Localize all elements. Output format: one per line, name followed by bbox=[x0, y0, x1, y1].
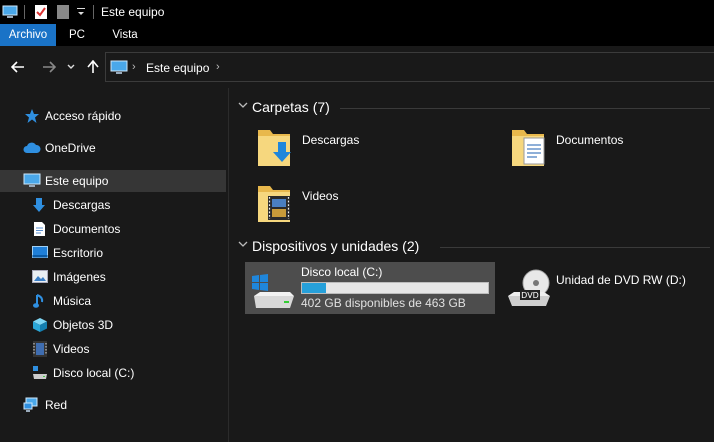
group-title: Carpetas (7) bbox=[252, 99, 330, 115]
cloud-icon bbox=[23, 141, 41, 157]
separator bbox=[93, 5, 94, 19]
download-folder-icon bbox=[256, 126, 296, 171]
address-bar[interactable]: › Este equipo › bbox=[105, 52, 714, 82]
content-pane: Carpetas (7) Descargas Documentos Videos… bbox=[230, 88, 714, 442]
drive-tile-dvd[interactable]: DVD Unidad de DVD RW (D:) bbox=[504, 262, 714, 314]
forward-button[interactable] bbox=[40, 58, 58, 76]
computer-icon bbox=[110, 59, 128, 78]
sidebar-item-imagenes[interactable]: Imágenes bbox=[0, 266, 226, 288]
sidebar-item-documentos[interactable]: Documentos bbox=[0, 218, 226, 240]
star-icon bbox=[24, 108, 40, 124]
tab-pc[interactable]: PC bbox=[56, 24, 98, 46]
svg-text:DVD: DVD bbox=[521, 291, 539, 300]
recent-locations-button[interactable] bbox=[64, 58, 78, 76]
divider bbox=[440, 247, 710, 248]
windows-drive-icon bbox=[250, 274, 296, 313]
sidebar-item-onedrive[interactable]: OneDrive bbox=[0, 137, 226, 159]
documents-folder-icon bbox=[510, 126, 550, 171]
new-folder-icon[interactable] bbox=[57, 4, 69, 23]
document-icon bbox=[33, 221, 49, 237]
back-button[interactable] bbox=[9, 58, 27, 76]
chevron-right-icon[interactable]: › bbox=[216, 61, 220, 73]
navigation-pane: Acceso rápido OneDrive Este equipo Desca… bbox=[0, 88, 229, 442]
chevron-down-icon[interactable] bbox=[238, 101, 248, 112]
sidebar-item-acceso-rapido[interactable]: Acceso rápido bbox=[0, 105, 226, 127]
drive-tile-disco-local[interactable]: Disco local (C:) 402 GB disponibles de 4… bbox=[245, 262, 495, 314]
sidebar-item-videos[interactable]: Videos bbox=[0, 338, 226, 360]
desktop-icon bbox=[32, 246, 48, 262]
drive-label: Unidad de DVD RW (D:) bbox=[556, 273, 686, 287]
sidebar-item-escritorio[interactable]: Escritorio bbox=[0, 242, 226, 264]
properties-icon[interactable] bbox=[34, 4, 48, 23]
separator bbox=[24, 5, 25, 19]
download-icon bbox=[32, 197, 48, 213]
image-icon bbox=[32, 270, 48, 286]
divider bbox=[340, 108, 710, 109]
window-title: Este equipo bbox=[101, 5, 165, 19]
up-button[interactable] bbox=[84, 58, 102, 76]
tab-vista[interactable]: Vista bbox=[100, 24, 150, 46]
sidebar-item-disco-local[interactable]: Disco local (C:) bbox=[0, 362, 226, 384]
sidebar-item-objetos-3d[interactable]: Objetos 3D bbox=[0, 314, 226, 336]
sidebar-item-musica[interactable]: Música bbox=[0, 290, 226, 312]
folder-tile-descargas[interactable]: Descargas bbox=[256, 126, 456, 172]
sidebar-item-este-equipo[interactable]: Este equipo bbox=[0, 170, 226, 192]
cube-icon bbox=[32, 317, 48, 333]
sidebar-item-red[interactable]: Red bbox=[0, 394, 226, 416]
computer-icon bbox=[23, 173, 41, 189]
folder-tile-documentos[interactable]: Documentos bbox=[510, 126, 710, 172]
drive-label: Disco local (C:) bbox=[301, 265, 383, 279]
drive-usage-bar bbox=[301, 282, 489, 294]
video-icon bbox=[33, 341, 49, 357]
folder-tile-videos[interactable]: Videos bbox=[256, 182, 456, 228]
ribbon-tabs: Archivo PC Vista bbox=[0, 24, 714, 46]
tab-archivo[interactable]: Archivo bbox=[0, 24, 56, 46]
chevron-down-icon[interactable] bbox=[238, 240, 248, 251]
computer-icon[interactable] bbox=[2, 4, 18, 23]
dvd-drive-icon: DVD bbox=[506, 268, 552, 311]
chevron-right-icon[interactable]: › bbox=[132, 61, 136, 73]
drive-icon bbox=[32, 366, 48, 382]
group-title: Dispositivos y unidades (2) bbox=[252, 238, 420, 254]
title-bar: Este equipo bbox=[0, 0, 714, 24]
drive-usage-fill bbox=[302, 283, 327, 293]
network-icon bbox=[23, 397, 39, 413]
music-icon bbox=[33, 293, 49, 309]
customize-quick-access-icon[interactable] bbox=[76, 6, 86, 21]
address-path[interactable]: Este equipo bbox=[146, 61, 209, 75]
videos-folder-icon bbox=[256, 182, 296, 227]
sidebar-item-descargas[interactable]: Descargas bbox=[0, 194, 226, 216]
drive-free-space: 402 GB disponibles de 463 GB bbox=[301, 296, 466, 310]
